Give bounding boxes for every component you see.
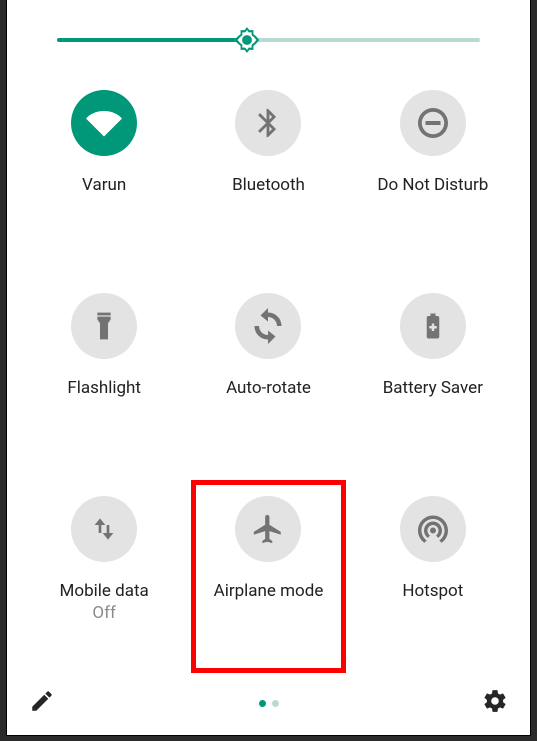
edit-button[interactable] — [29, 688, 55, 718]
tile-label: Varun — [82, 174, 126, 196]
tile-label: Hotspot — [402, 580, 463, 602]
tiles-grid: Varun Bluetooth Do Not Disturb Flashligh… — [7, 42, 530, 681]
wifi-icon — [71, 90, 137, 156]
tile-dnd[interactable]: Do Not Disturb — [356, 72, 510, 265]
tile-hotspot[interactable]: Hotspot — [356, 478, 510, 671]
tile-bluetooth[interactable]: Bluetooth — [191, 72, 345, 265]
tile-battery-saver[interactable]: Battery Saver — [356, 275, 510, 468]
tutorial-highlight-box — [191, 480, 345, 673]
tile-label: Battery Saver — [383, 377, 483, 399]
tile-sublabel: Off — [92, 602, 116, 624]
page-dot-inactive — [272, 700, 279, 707]
mobile-data-icon — [71, 496, 137, 562]
bluetooth-icon — [235, 90, 301, 156]
brightness-thumb[interactable] — [232, 25, 262, 55]
tile-airplane-mode[interactable]: Airplane mode — [191, 478, 345, 671]
flashlight-icon — [71, 293, 137, 359]
tile-mobile-data[interactable]: Mobile data Off — [27, 478, 181, 671]
autorotate-icon — [235, 293, 301, 359]
settings-button[interactable] — [482, 688, 508, 718]
tile-wifi[interactable]: Varun — [27, 72, 181, 265]
footer-bar — [7, 681, 530, 735]
tile-label: Mobile data — [60, 580, 149, 602]
tile-label: Flashlight — [67, 377, 141, 399]
brightness-slider[interactable] — [57, 38, 480, 42]
brightness-slider-row — [7, 0, 530, 42]
brightness-fill — [57, 38, 247, 42]
page-dot-active — [259, 700, 266, 707]
quick-settings-panel: Varun Bluetooth Do Not Disturb Flashligh… — [6, 0, 531, 736]
tile-flashlight[interactable]: Flashlight — [27, 275, 181, 468]
brightness-icon — [233, 26, 261, 54]
tile-label: Auto-rotate — [226, 377, 311, 399]
tile-label: Do Not Disturb — [377, 174, 488, 196]
gear-icon — [482, 688, 508, 714]
pencil-icon — [29, 688, 55, 714]
tile-label: Bluetooth — [232, 174, 305, 196]
battery-icon — [400, 293, 466, 359]
dnd-icon — [400, 90, 466, 156]
page-indicator[interactable] — [259, 700, 279, 707]
tile-autorotate[interactable]: Auto-rotate — [191, 275, 345, 468]
hotspot-icon — [400, 496, 466, 562]
